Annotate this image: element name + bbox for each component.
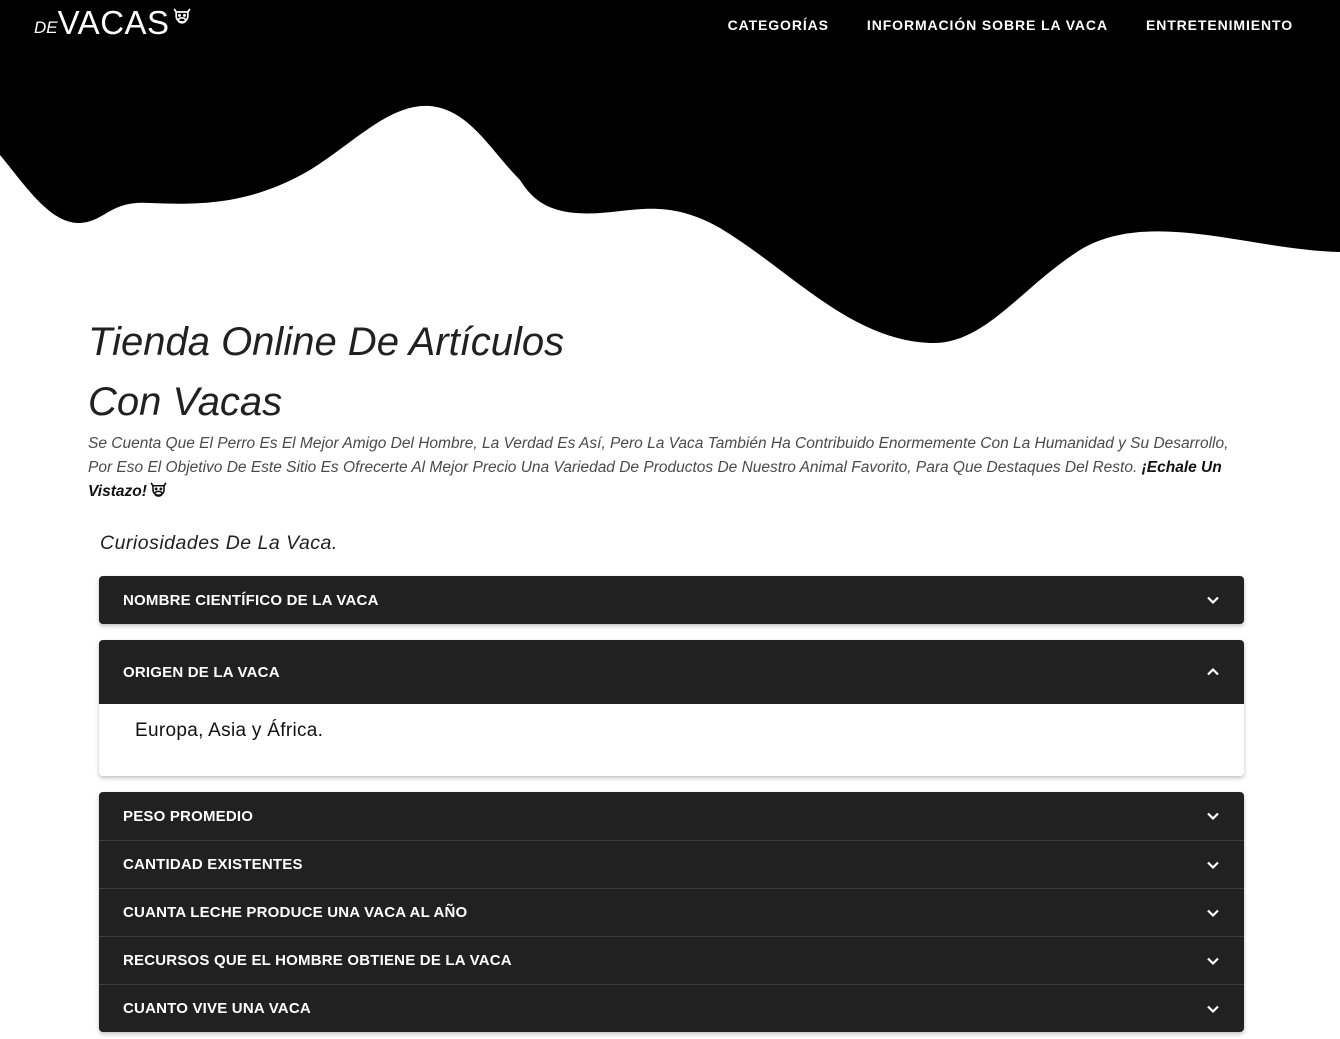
accordion-title: CUANTO VIVE UNA VACA [123, 1000, 311, 1017]
nav-link-informacion-vaca[interactable]: INFORMACIÓN SOBRE LA VACA [867, 17, 1108, 33]
cow-face-icon [173, 8, 190, 24]
accordion-item-expanded: ORIGEN DE LA VACA Europa, Asia y África. [99, 640, 1244, 776]
brand-logo[interactable]: DE VACAS [34, 6, 192, 39]
accordion-item: NOMBRE CIENTÍFICO DE LA VACA [99, 576, 1244, 624]
chevron-down-icon [1207, 861, 1219, 869]
cow-face-icon [150, 482, 167, 497]
accordion-header-cuanto-vive[interactable]: CUANTO VIVE UNA VACA [99, 984, 1244, 1032]
chevron-down-icon [1207, 812, 1219, 821]
accordion-title: ORIGEN DE LA VACA [123, 663, 280, 681]
intro-section: Tienda Online De Artículos Con Vacas Se … [88, 312, 1248, 504]
intro-paragraph: Se Cuenta Que El Perro Es El Mejor Amigo… [88, 432, 1238, 504]
accordion-header-cantidad-existentes[interactable]: CANTIDAD EXISTENTES [99, 840, 1244, 888]
nav-link-entretenimiento[interactable]: ENTRETENIMIENTO [1146, 17, 1293, 33]
chevron-down-icon [1207, 957, 1219, 965]
accordion-header-peso-promedio[interactable]: PESO PROMEDIO [99, 792, 1244, 840]
accordion-title: NOMBRE CIENTÍFICO DE LA VACA [123, 591, 379, 609]
brand-prefix: DE [34, 18, 58, 37]
accordion-header-nombre-cientifico[interactable]: NOMBRE CIENTÍFICO DE LA VACA [99, 576, 1244, 624]
nav-link-categorias[interactable]: CATEGORÍAS [728, 17, 829, 33]
accordion-header-recursos[interactable]: RECURSOS QUE EL HOMBRE OBTIENE DE LA VAC… [99, 936, 1244, 984]
brand-name: VACAS [57, 4, 170, 41]
chevron-down-icon [1207, 1005, 1219, 1013]
accordion-header-origen[interactable]: ORIGEN DE LA VACA [99, 640, 1244, 704]
main-nav: CATEGORÍAS INFORMACIÓN SOBRE LA VACA ENT… [728, 17, 1293, 33]
chevron-down-icon [1207, 596, 1219, 605]
accordion-title: PESO PROMEDIO [123, 807, 254, 825]
accordion-title: CUANTA LECHE PRODUCE UNA VACA AL AÑO [123, 904, 468, 921]
chevron-down-icon [1207, 909, 1219, 917]
intro-text: Se Cuenta Que El Perro Es El Mejor Amigo… [88, 435, 1229, 476]
accordion-header-leche-por-ano[interactable]: CUANTA LECHE PRODUCE UNA VACA AL AÑO [99, 888, 1244, 936]
accordion-title: RECURSOS QUE EL HOMBRE OBTIENE DE LA VAC… [123, 952, 512, 969]
accordion-group: PESO PROMEDIO CANTIDAD EXISTENTES CUANTA… [99, 792, 1244, 1032]
top-navbar: DE VACAS CATEGORÍAS INFORMACIÓN SOBRE LA… [0, 0, 1340, 50]
curiosities-heading: Curiosidades De La Vaca. [100, 532, 338, 554]
hero-wave-background [0, 0, 1340, 344]
page-title: Tienda Online De Artículos Con Vacas [88, 320, 565, 424]
accordion-panel-origen: Europa, Asia y África. [99, 704, 1244, 776]
chevron-up-icon [1207, 667, 1219, 676]
accordion-title: CANTIDAD EXISTENTES [123, 856, 303, 873]
accordion-content: Europa, Asia y África. [135, 720, 324, 741]
